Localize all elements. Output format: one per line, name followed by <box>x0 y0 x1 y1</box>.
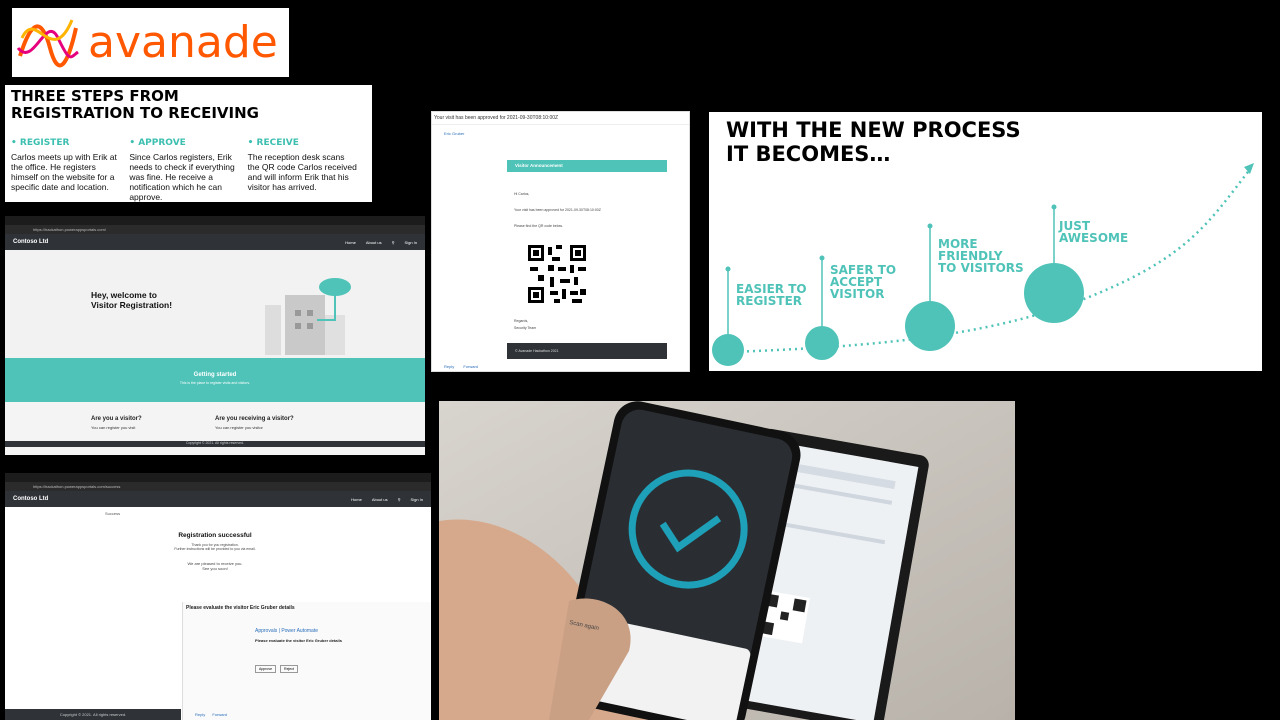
approvals-label: Approvals <box>255 628 278 634</box>
stage-label-2: SAFER TO ACCEPT VISITOR <box>830 264 896 300</box>
visitor-announcement-banner: Visitor Announcement <box>507 160 667 172</box>
visitor-portal-screenshot: https://hackathon.powerappsportals.com/ … <box>5 216 425 455</box>
stage-dot-4 <box>1024 263 1084 323</box>
email-line1: Your visit has been approved for 2021-09… <box>514 208 601 212</box>
success-footer: Copyright © 2021. All rights reserved. <box>5 709 181 720</box>
nav-signin[interactable]: Sign In <box>411 497 423 502</box>
office-building-illustration <box>265 278 351 355</box>
stage-4-line2: AWESOME <box>1059 231 1129 245</box>
breadcrumb: Success <box>105 511 121 516</box>
step-text: The reception desk scans the QR code Car… <box>247 152 357 192</box>
step-approve: APPROVE Since Carlos registers, Erik nee… <box>129 138 247 202</box>
new-process-slide: WITH THE NEW PROCESS IT BECOMES… EASIER … <box>709 112 1262 371</box>
nav-about[interactable]: About us <box>372 497 388 502</box>
getting-started-sub: This is the place to register visits and… <box>179 381 251 385</box>
qr-code-icon <box>526 243 588 305</box>
nav-signin[interactable]: Sign In <box>405 240 417 245</box>
three-steps-slide: THREE STEPS FROM REGISTRATION TO RECEIVI… <box>5 85 372 202</box>
approval-heading: Please evaluate the visitor Eric Gruber … <box>255 638 342 643</box>
step-receive: RECEIVE The reception desk scans the QR … <box>248 138 366 202</box>
approval-email-pane: Please evaluate the visitor Eric Gruber … <box>182 602 431 720</box>
avanade-mark-icon <box>16 19 79 68</box>
visitor-col-title: Are you a visitor? <box>91 416 142 422</box>
forward-link[interactable]: Forward <box>212 712 227 717</box>
step-text: Carlos meets up with Erik at the office.… <box>11 152 117 192</box>
success-sub4: See you soon! <box>202 566 228 571</box>
approval-subject: Please evaluate the visitor Eric Gruber … <box>186 605 295 611</box>
stage-label-3: MORE FRIENDLY TO VISITORS <box>938 238 1024 274</box>
nav-home[interactable]: Home <box>345 240 356 245</box>
portal-navbar: Contoso Ltd Home About us ⚲ Sign In <box>5 491 431 507</box>
email-footer: © Avanade Hackathon 2021 <box>507 343 667 359</box>
browser-tabbar <box>5 216 425 225</box>
stage-dot-1 <box>712 334 744 366</box>
power-automate-label: Power Automate <box>281 628 318 634</box>
reply-link[interactable]: Reply <box>195 712 205 717</box>
forward-link[interactable]: Forward <box>463 364 478 369</box>
stage-2-line3: VISITOR <box>830 287 885 301</box>
browser-address-bar[interactable]: https://hackathon.powerappsportals.com/ <box>5 225 425 234</box>
browser-address-bar[interactable]: https://hackathon.powerappsportals.com/s… <box>5 482 431 491</box>
step-heading: REGISTER <box>11 138 121 148</box>
email-line2: Please find the QR code below. <box>514 224 563 228</box>
approval-email-screenshot: Your visit has been approved for 2021-09… <box>431 111 690 372</box>
portal-options: Are you a visitor? You can register you … <box>5 402 425 441</box>
portal-brand[interactable]: Contoso Ltd <box>13 496 341 502</box>
nav-home[interactable]: Home <box>351 497 362 502</box>
phone-scan-photo: Scan again <box>439 401 1015 720</box>
getting-started-banner: Getting started This is the place to reg… <box>5 358 425 402</box>
success-title: Registration successful <box>178 532 252 539</box>
reject-button[interactable]: Reject <box>280 665 298 673</box>
portal-navbar: Contoso Ltd Home About us ⚲ Sign In <box>5 234 425 250</box>
email-regards: Regards, <box>514 319 529 323</box>
step-text: Since Carlos registers, Erik needs to ch… <box>129 152 235 202</box>
email-team: Security Team <box>514 326 537 330</box>
portal-hero: Hey, welcome to Visitor Registration! <box>5 250 425 358</box>
hero-line1: Hey, welcome to <box>91 290 157 300</box>
stage-label-4: JUST AWESOME <box>1059 220 1128 244</box>
portal-footer: Copyright © 2021. All rights reserved. <box>5 441 425 447</box>
browser-tabbar <box>5 473 431 482</box>
stage-3-line3: TO VISITORS <box>938 261 1024 275</box>
avanade-logo: avanade <box>12 8 289 77</box>
logo-wordmark: avanade <box>88 17 278 68</box>
email-greeting: Hi Carlos, <box>514 192 530 196</box>
portal-brand[interactable]: Contoso Ltd <box>13 239 335 245</box>
stage-dot-2 <box>805 326 839 360</box>
email-sender[interactable]: Eric Gruber <box>432 125 689 136</box>
approve-button[interactable]: Approve <box>255 665 277 673</box>
step-register: REGISTER Carlos meets up with Erik at th… <box>11 138 129 202</box>
getting-started-title: Getting started <box>193 372 237 378</box>
stage-1-line2: REGISTER <box>736 294 803 308</box>
phone-and-tablet-illustration <box>439 401 1015 720</box>
steps-title-line1: THREE STEPS FROM <box>11 87 179 105</box>
search-icon[interactable]: ⚲ <box>392 240 395 245</box>
receiver-col-title: Are you receiving a visitor? <box>215 416 294 422</box>
steps-title-line2: REGISTRATION TO RECEIVING <box>11 104 259 122</box>
stage-dot-3 <box>905 301 955 351</box>
step-heading: RECEIVE <box>248 138 358 148</box>
receiver-col-link[interactable]: You can register you visitor <box>215 425 294 430</box>
stage-label-1: EASIER TO REGISTER <box>736 283 807 307</box>
step-heading: APPROVE <box>129 138 239 148</box>
visitor-col-link[interactable]: You can register you visit <box>91 425 142 430</box>
reply-link[interactable]: Reply <box>444 364 454 369</box>
success-sub2: Further instructions will be provided to… <box>174 547 256 551</box>
hero-line2: Visitor Registration! <box>91 300 173 310</box>
registration-success-screenshot: https://hackathon.powerappsportals.com/s… <box>5 473 431 720</box>
search-icon[interactable]: ⚲ <box>398 497 401 502</box>
nav-about[interactable]: About us <box>366 240 382 245</box>
email-subject: Your visit has been approved for 2021-09… <box>432 112 689 125</box>
